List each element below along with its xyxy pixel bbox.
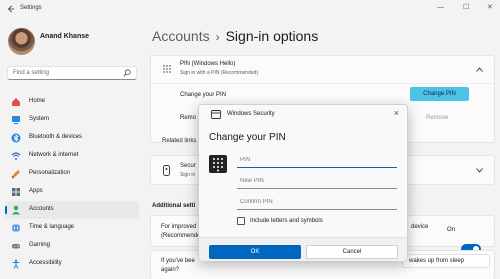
pin-keypad-icon: [209, 155, 227, 173]
pin-card-header[interactable]: PIN (Windows Hello) Sign in with a PIN (…: [151, 56, 494, 84]
monitor-icon: [12, 116, 20, 124]
minimize-icon[interactable]: —: [437, 4, 444, 12]
sidebar-item-system[interactable]: System: [5, 111, 139, 129]
dialog-footer: OK Cancel: [199, 237, 407, 261]
breadcrumb: Accounts › Sign-in options: [152, 28, 318, 44]
sidebar-item-accounts[interactable]: Accounts: [5, 201, 139, 219]
dialog-heading: Change your PIN: [209, 132, 286, 143]
bluetooth-icon: [11, 133, 21, 143]
breadcrumb-parent[interactable]: Accounts: [152, 28, 210, 44]
ok-button[interactable]: OK: [209, 245, 301, 259]
title-bar: Settings — ☐ ✕: [0, 0, 500, 18]
back-arrow-icon[interactable]: [7, 5, 15, 13]
search-icon: [123, 69, 131, 77]
sidebar-item-label: Home: [29, 98, 46, 104]
sidebar-item-time-language[interactable]: Time & language: [5, 219, 139, 237]
pin-title: PIN (Windows Hello): [180, 61, 236, 67]
sidebar-item-personalization[interactable]: Personalization: [5, 165, 139, 183]
sidebar-item-label: Bluetooth & devices: [29, 134, 83, 140]
sidebar-item-bluetooth[interactable]: Bluetooth & devices: [5, 129, 139, 147]
sidebar: Anand Khanse Find a setting Home System …: [0, 18, 140, 279]
sidebar-item-accessibility[interactable]: Accessibility: [5, 255, 139, 273]
sidebar-item-label: Apps: [29, 188, 43, 194]
accessibility-icon: [12, 259, 20, 269]
avatar[interactable]: [8, 28, 35, 55]
improved-security-label: For improved: [161, 224, 197, 230]
sidebar-item-gaming[interactable]: Gaming: [5, 237, 139, 255]
brush-icon: [11, 170, 20, 179]
letters-symbols-checkbox[interactable]: [237, 217, 245, 225]
security-key-title: Secur: [180, 163, 196, 169]
new-pin-field[interactable]: [237, 176, 397, 189]
pin-subtitle: Sign in with a PIN (Recommended): [180, 70, 259, 76]
current-pin-field[interactable]: [237, 155, 397, 168]
dialog-title: Windows Security: [227, 111, 275, 117]
person-icon: [12, 205, 20, 215]
sidebar-item-label: System: [29, 116, 50, 122]
again-label: again?: [161, 267, 180, 273]
sidebar-item-label: Accessibility: [29, 260, 62, 266]
maximize-icon[interactable]: ☐: [463, 4, 469, 12]
new-pin-input[interactable]: [240, 178, 390, 184]
security-key-subtitle: Sign in: [180, 172, 196, 178]
sidebar-item-label: Gaming: [29, 242, 51, 248]
keypad-icon: [163, 65, 171, 73]
wake-dropdown[interactable]: wakes up from sleep: [402, 254, 490, 268]
letters-symbols-label: Include letters and symbols: [250, 218, 323, 224]
search-input[interactable]: Find a setting: [7, 66, 137, 80]
confirm-pin-field[interactable]: [237, 197, 397, 210]
sidebar-item-home[interactable]: Home: [5, 93, 139, 111]
user-name: Anand Khanse: [40, 33, 90, 40]
current-pin-input[interactable]: [240, 157, 390, 163]
confirm-pin-input[interactable]: [240, 199, 390, 205]
device-text: device: [411, 224, 429, 230]
app-title: Settings: [20, 5, 42, 11]
change-pin-button[interactable]: Change PIN: [410, 87, 469, 101]
sidebar-item-label: Personalization: [29, 170, 71, 176]
page-title: Sign-in options: [225, 28, 319, 44]
chevron-up-icon[interactable]: [476, 67, 483, 72]
shield-icon: [211, 110, 221, 119]
wifi-icon: [11, 152, 21, 160]
sidebar-nav: Home System Bluetooth & devices Network …: [5, 93, 140, 273]
close-icon[interactable]: ×: [394, 108, 399, 118]
apps-icon: [12, 188, 20, 196]
windows-security-dialog: Windows Security × Change your PIN Inclu…: [198, 104, 408, 261]
remove-pin-button[interactable]: Remove: [426, 115, 448, 121]
sidebar-item-network[interactable]: Network & internet: [5, 147, 139, 165]
cancel-button[interactable]: Cancel: [306, 245, 398, 259]
gamepad-icon: [12, 244, 20, 249]
sidebar-item-label: Accounts: [29, 206, 54, 212]
sidebar-item-apps[interactable]: Apps: [5, 183, 139, 201]
sidebar-item-label: Time & language: [29, 224, 75, 230]
wake-text: wakes up from sleep: [409, 258, 465, 264]
close-window-icon[interactable]: ✕: [487, 4, 493, 12]
toggle-state-label: On: [447, 227, 456, 233]
related-links-label: Related links: [162, 138, 197, 144]
away-label: If you've bee: [161, 258, 195, 264]
remove-pin-label: Remo: [180, 115, 197, 121]
search-placeholder: Find a setting: [13, 70, 50, 76]
additional-settings-heading: Additional setti: [152, 203, 196, 209]
sidebar-item-label: Network & internet: [29, 152, 79, 158]
chevron-down-icon[interactable]: [476, 168, 483, 173]
recommended-label: (Recommende: [161, 233, 201, 239]
breadcrumb-separator: ›: [215, 30, 220, 44]
home-icon: [12, 98, 20, 106]
security-key-icon: [163, 165, 170, 176]
globe-icon: [12, 223, 20, 233]
change-pin-label: Change your PIN: [180, 92, 227, 98]
